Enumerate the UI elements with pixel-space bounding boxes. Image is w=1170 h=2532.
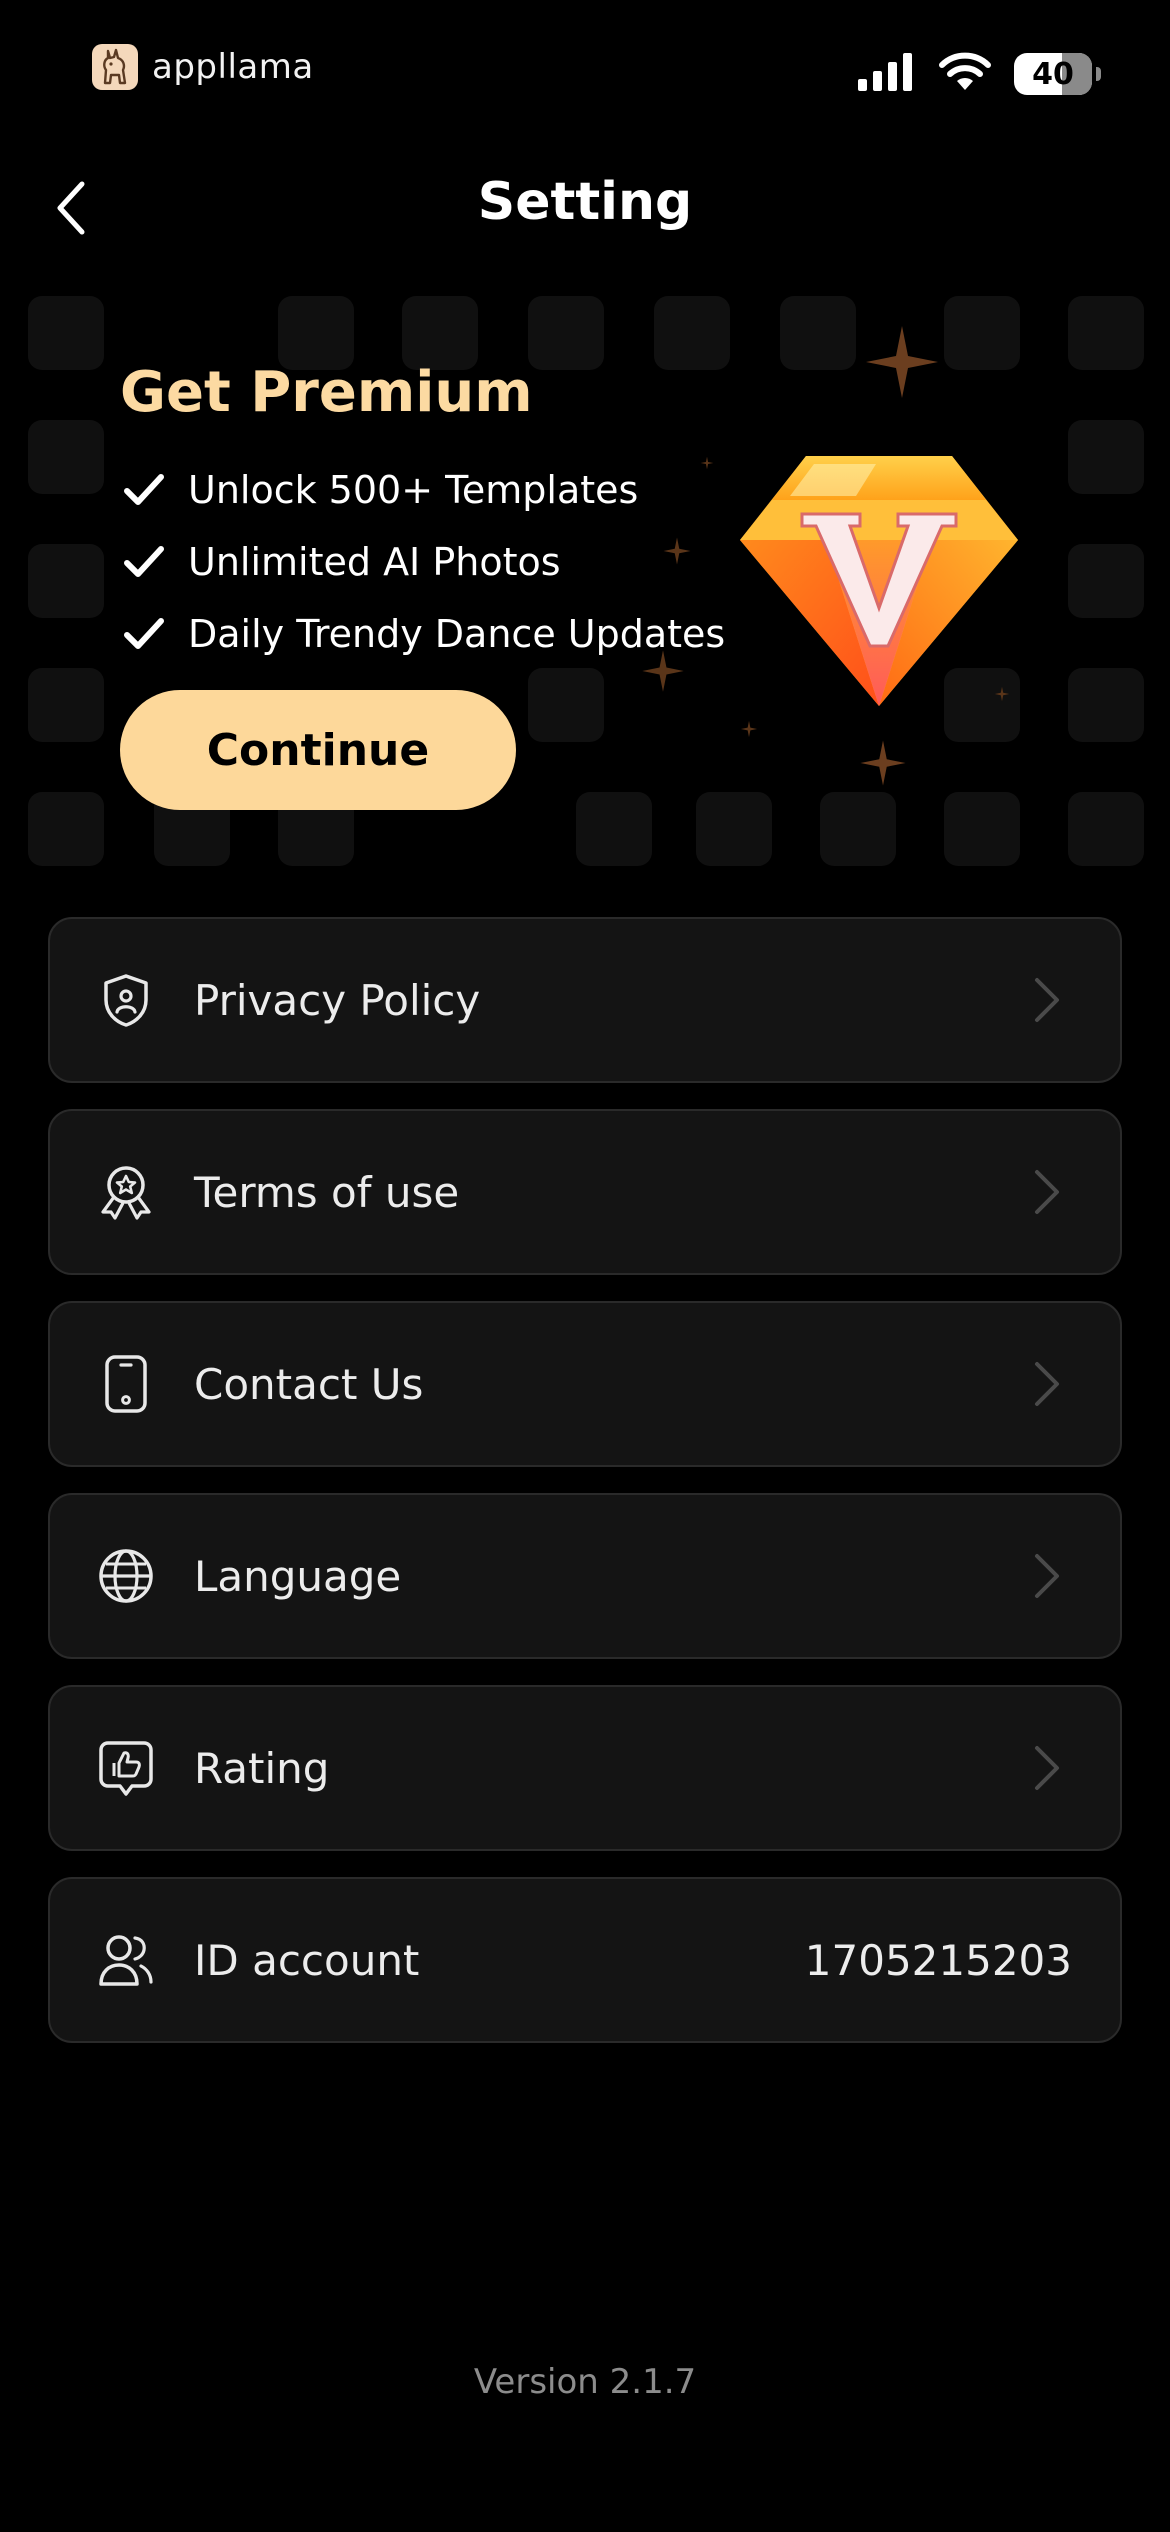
premium-banner[interactable]: Get Premium Unlock 500+ Templates Unlimi… — [0, 290, 1170, 880]
premium-feature: Daily Trendy Dance Updates — [124, 598, 725, 670]
chevron-right-icon — [1032, 1167, 1062, 1217]
brand-name: appllama — [152, 47, 314, 87]
premium-feature-list: Unlock 500+ Templates Unlimited AI Photo… — [124, 454, 725, 670]
settings-item-label: Terms of use — [194, 1167, 460, 1217]
globe-icon — [96, 1546, 156, 1606]
settings-item-label: Rating — [194, 1743, 330, 1793]
premium-title: Get Premium — [120, 360, 533, 425]
premium-feature: Unlimited AI Photos — [124, 526, 725, 598]
phone-device-icon — [96, 1354, 156, 1414]
account-id-value: 1705215203 — [804, 1935, 1072, 1985]
checkmark-icon — [124, 546, 164, 577]
settings-item-privacy-policy[interactable]: Privacy Policy — [48, 917, 1122, 1083]
settings-item-rating[interactable]: Rating — [48, 1685, 1122, 1851]
shield-user-icon — [96, 970, 156, 1030]
cellular-signal-icon — [858, 53, 916, 95]
battery-level: 40 — [1032, 56, 1074, 92]
wifi-icon — [938, 52, 992, 96]
version-text: Version 2.1.7 — [473, 2362, 697, 2402]
page-title: Setting — [477, 172, 693, 232]
settings-item-label: Contact Us — [194, 1359, 424, 1409]
chevron-right-icon — [1032, 1359, 1062, 1409]
checkmark-icon — [124, 474, 164, 505]
chevron-right-icon — [1032, 1743, 1062, 1793]
settings-item-label: Language — [194, 1551, 402, 1601]
settings-item-label: ID account — [194, 1935, 420, 1985]
status-icons: 40 — [858, 52, 1101, 96]
sparkle-icon — [866, 326, 938, 398]
checkmark-icon — [124, 618, 164, 649]
diamond-v-icon — [740, 456, 1018, 706]
settings-item-contact-us[interactable]: Contact Us — [48, 1301, 1122, 1467]
llama-logo-icon — [92, 44, 138, 90]
chevron-right-icon — [1032, 1551, 1062, 1601]
settings-item-label: Privacy Policy — [194, 975, 481, 1025]
thumbs-up-chat-icon — [96, 1738, 156, 1798]
award-ribbon-icon — [96, 1162, 156, 1222]
users-icon — [96, 1930, 156, 1990]
sparkle-icon — [740, 720, 758, 738]
settings-item-terms-of-use[interactable]: Terms of use — [48, 1109, 1122, 1275]
battery-indicator: 40 — [1014, 53, 1101, 95]
settings-item-language[interactable]: Language — [48, 1493, 1122, 1659]
settings-list: Privacy Policy Terms of use Contact Us L… — [48, 917, 1122, 2069]
sparkle-icon — [860, 740, 906, 786]
continue-button[interactable]: Continue — [120, 690, 516, 810]
brand: appllama — [92, 44, 314, 90]
settings-item-id-account[interactable]: ID account 1705215203 — [48, 1877, 1122, 2043]
chevron-right-icon — [1032, 975, 1062, 1025]
status-bar: appllama 40 — [0, 0, 1170, 150]
premium-feature: Unlock 500+ Templates — [124, 454, 725, 526]
